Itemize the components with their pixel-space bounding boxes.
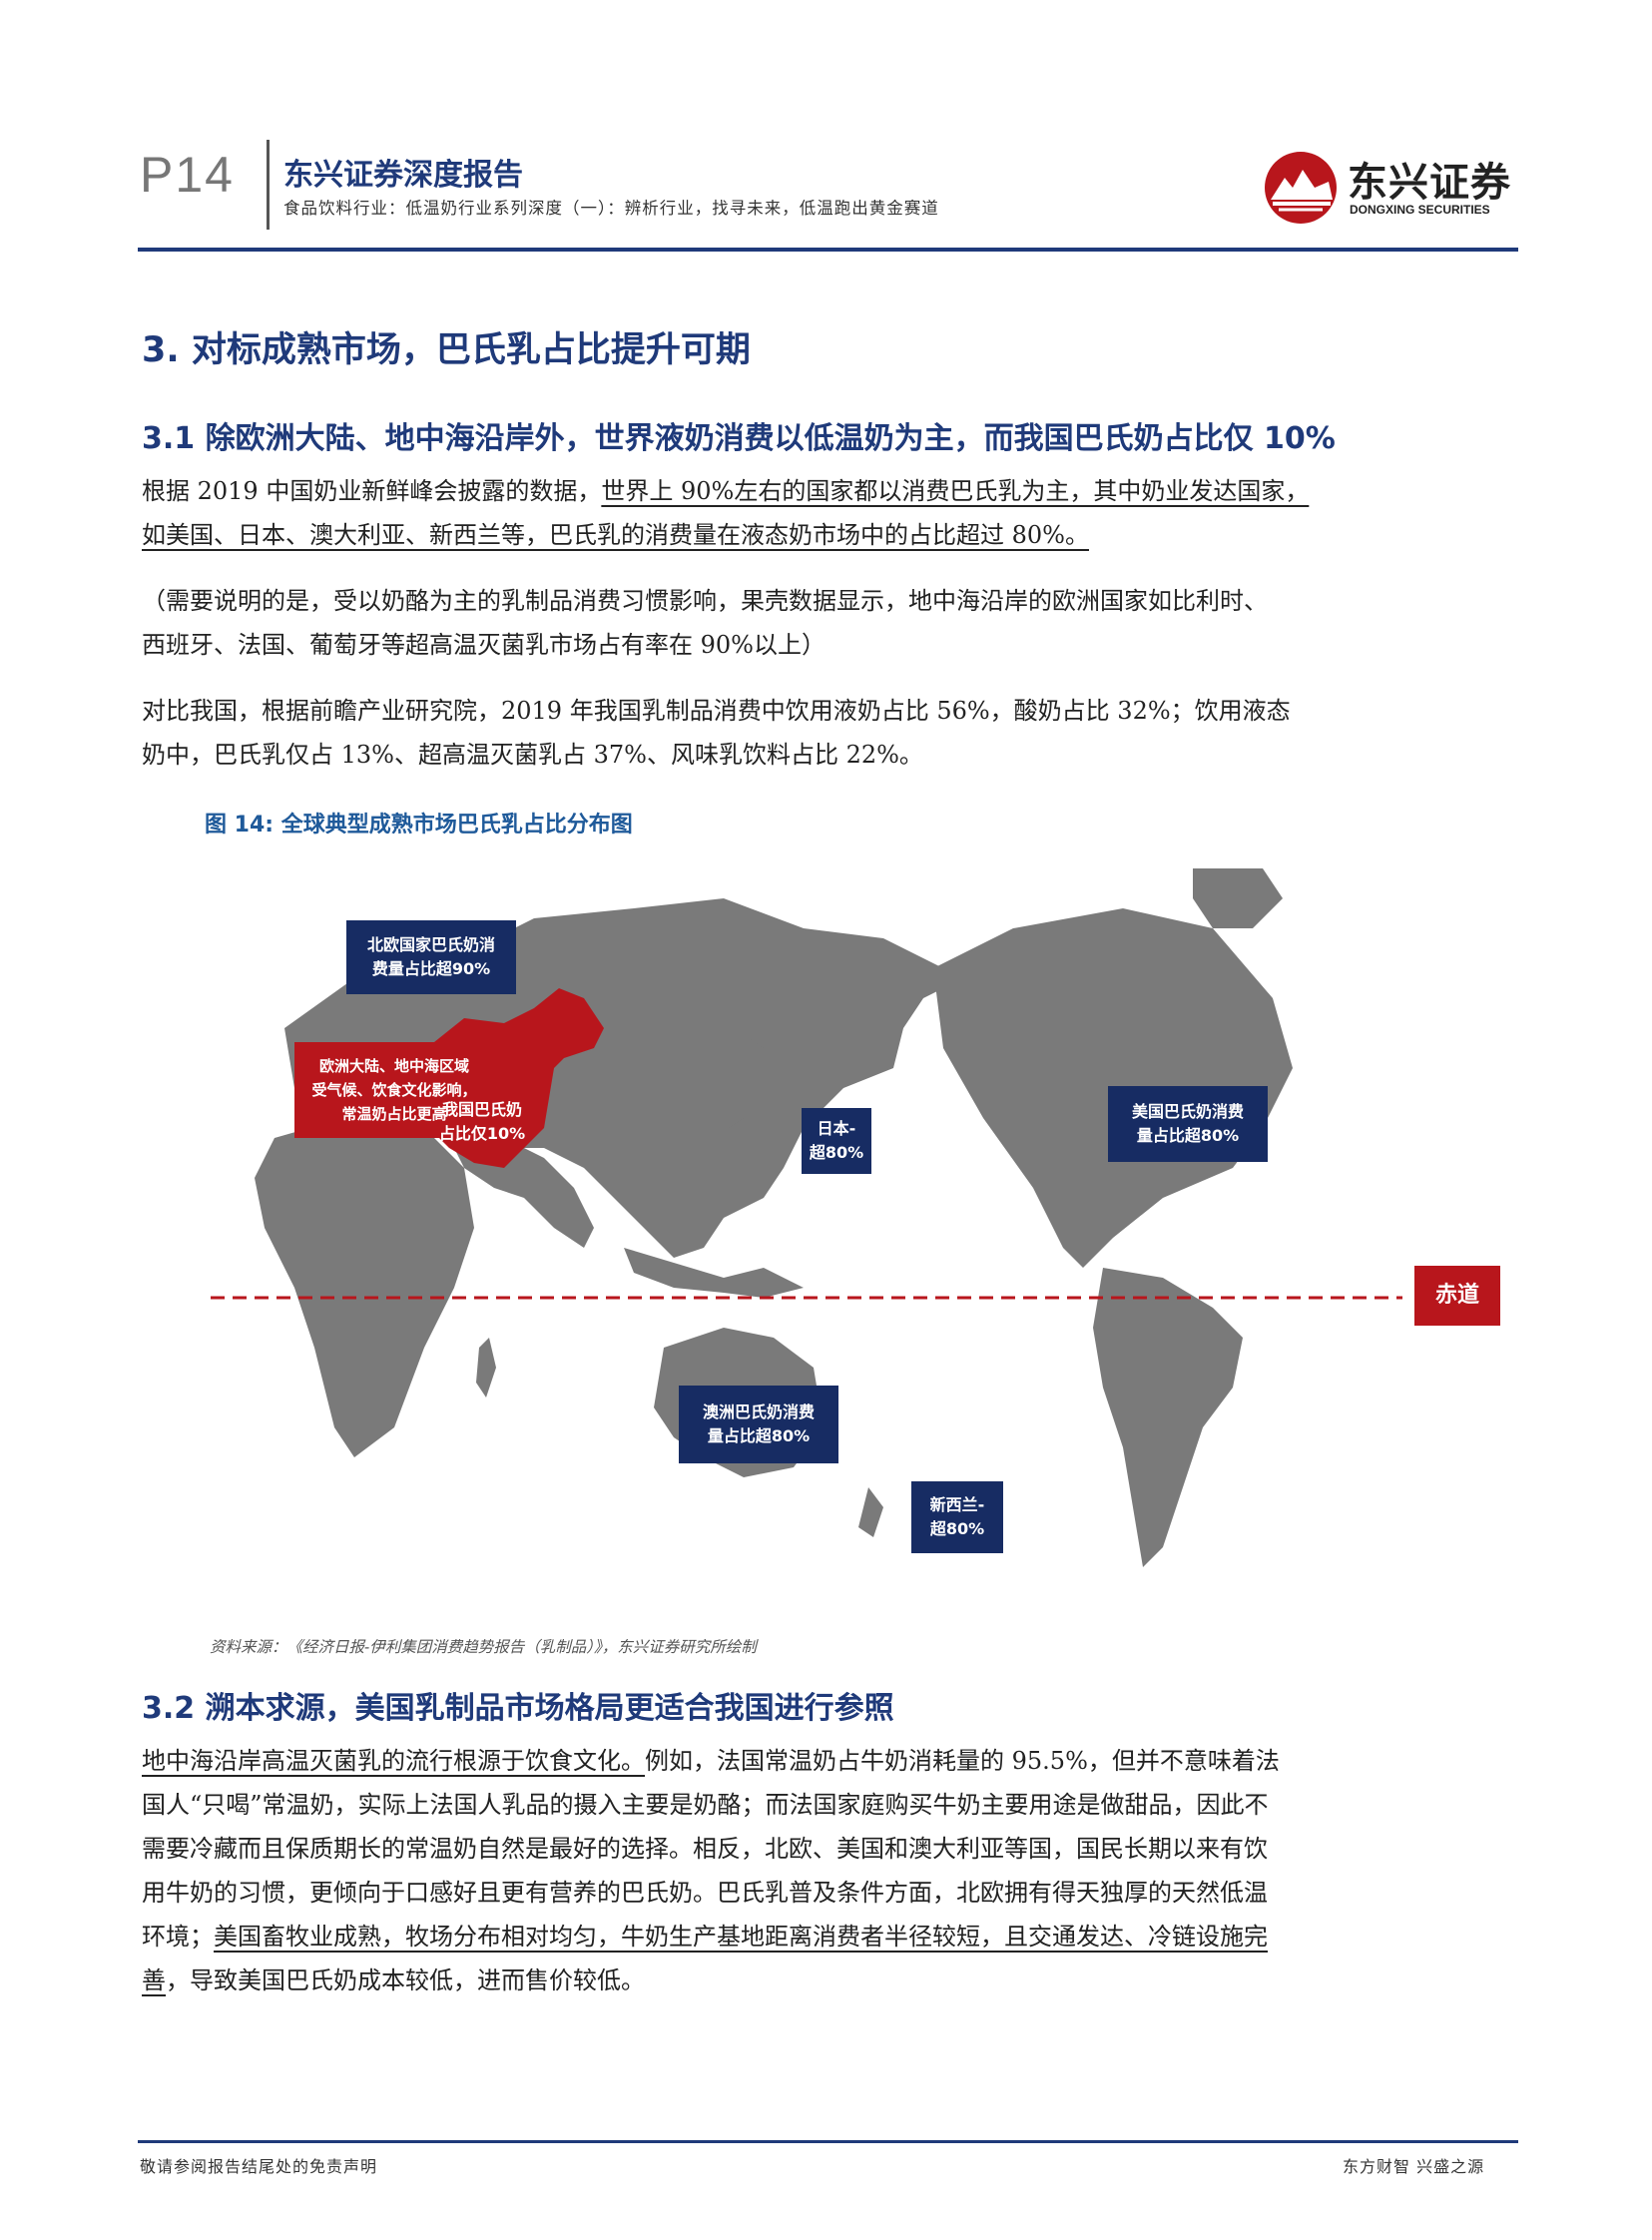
label-line: 澳洲巴氏奶消费: [702, 1402, 815, 1421]
label-line: 量占比超80%: [1136, 1126, 1240, 1145]
paragraph-mediterranean-note: （需要说明的是，受以奶酪为主的乳制品消费习惯影响，果壳数据显示，地中海沿岸的欧洲…: [142, 579, 1521, 667]
footer-rule: [138, 2140, 1518, 2143]
underlined-text: 善: [142, 1966, 166, 1994]
text-line: 需要冷藏而且保质期长的常温奶自然是最好的选择。相反，北欧、美国和澳大利亚等国，国…: [142, 1835, 1268, 1863]
label-china: 我国巴氏奶占比仅10%: [422, 1094, 542, 1150]
label-line: 日本-: [817, 1119, 856, 1138]
header-separator: [267, 140, 270, 230]
text-segment: 根据 2019 中国奶业新鲜峰会披露的数据，: [142, 477, 602, 505]
report-subtitle: 食品饮料行业：低温奶行业系列深度（一）：辨析行业，找寻未来，低温跑出黄金赛道: [283, 199, 939, 218]
southeast-asia-islands: [624, 1248, 804, 1298]
text-segment: ，导致美国巴氏奶成本较低，进而售价较低。: [166, 1966, 645, 1994]
underlined-text: 世界上 90%左右的国家都以消费巴氏乳为主，其中奶业发达国家，: [601, 477, 1310, 505]
label-line: 费量占比超90%: [371, 959, 491, 978]
label-japan: 日本- 超80%: [802, 1108, 871, 1174]
paragraph-china-comparison: 对比我国，根据前瞻产业研究院，2019 年我国乳制品消费中饮用液奶占比 56%，…: [142, 689, 1521, 777]
figure-source: 资料来源：《经济日报-伊利集团消费趋势报告（乳制品）》，东兴证券研究所绘制: [210, 1638, 757, 1656]
text-segment: 环境；: [142, 1923, 214, 1951]
label-australia: 澳洲巴氏奶消费 量占比超80%: [679, 1386, 838, 1463]
underlined-text: 如美国、日本、澳大利亚、新西兰等，巴氏乳的消费量在液态奶市场中的占比超过 80%…: [142, 521, 1089, 549]
section-heading-3: 3. 对标成熟市场，巴氏乳占比提升可期: [142, 330, 751, 370]
label-line: 美国巴氏奶消费: [1131, 1102, 1244, 1121]
text-line: 用牛奶的习惯，更倾向于口感好且更有营养的巴氏奶。巴氏乳普及条件方面，北欧拥有得天…: [142, 1879, 1268, 1907]
new-zealand-landmass: [858, 1487, 883, 1537]
label-usa: 美国巴氏奶消费 量占比超80%: [1108, 1086, 1268, 1162]
madagascar-landmass: [476, 1338, 496, 1398]
label-line: 我国巴氏奶: [441, 1100, 522, 1119]
text-line: 对比我国，根据前瞻产业研究院，2019 年我国乳制品消费中饮用液奶占比 56%，…: [142, 697, 1291, 725]
label-line: 占比仅10%: [438, 1124, 526, 1143]
world-map-figure: 北欧国家巴氏奶消 费量占比超90% 欧洲大陆、地中海区域 受气候、饮食文化影响， 常温…: [145, 868, 1500, 1587]
header-rule: [138, 248, 1518, 252]
text-segment: 例如，法国常温奶占牛奶消耗量的 95.5%，但并不意味着法: [645, 1747, 1280, 1775]
section-heading-3-2: 3.2 溯本求源，美国乳制品市场格局更适合我国进行参照: [142, 1691, 894, 1726]
footer-slogan: 东方财智 兴盛之源: [1343, 2157, 1485, 2176]
text-line: 奶中，巴氏乳仅占 13%、超高温灭菌乳占 37%、风味乳饮料占比 22%。: [142, 741, 923, 769]
paragraph-world-consumption: 根据 2019 中国奶业新鲜峰会披露的数据，世界上 90%左右的国家都以消费巴氏…: [142, 469, 1521, 557]
label-new-zealand: 新西兰- 超80%: [911, 1481, 1003, 1553]
footer-disclaimer: 敬请参阅报告结尾处的免责声明: [140, 2157, 378, 2176]
text-line: 国人“只喝”常温奶，实际上法国人乳品的摄入主要是奶酪；而法国家庭购买牛奶主要用途…: [142, 1791, 1269, 1819]
section-heading-3-1: 3.1 除欧洲大陆、地中海沿岸外，世界液奶消费以低温奶为主，而我国巴氏奶占比仅 …: [142, 421, 1336, 456]
label-north-europe: 北欧国家巴氏奶消 费量占比超90%: [346, 920, 516, 994]
label-line: 欧洲大陆、地中海区域: [318, 1057, 469, 1075]
greenland-landmass: [1193, 868, 1283, 928]
report-title: 东兴证券深度报告: [283, 158, 523, 193]
label-line: 量占比超80%: [707, 1426, 811, 1445]
label-line: 超80%: [809, 1143, 864, 1162]
label-line: 新西兰-: [929, 1495, 985, 1514]
text-line: 西班牙、法国、葡萄牙等超高温灭菌乳市场占有率在 90%以上）: [142, 631, 826, 659]
label-line: 超80%: [929, 1519, 985, 1538]
africa-landmass: [255, 1118, 474, 1457]
underlined-text: 地中海沿岸高温灭菌乳的流行根源于饮食文化。: [142, 1747, 645, 1775]
label-line: 北欧国家巴氏奶消: [366, 935, 495, 954]
figure-title: 图 14: 全球典型成熟市场巴氏乳占比分布图: [205, 813, 633, 838]
label-equator: 赤道: [1414, 1266, 1500, 1326]
south-america-landmass: [1093, 1268, 1243, 1567]
logo-name: 东兴证券: [1348, 160, 1511, 206]
text-line: （需要说明的是，受以奶酪为主的乳制品消费习惯影响，果壳数据显示，地中海沿岸的欧洲…: [142, 587, 1268, 615]
paragraph-us-dairy: 地中海沿岸高温灭菌乳的流行根源于饮食文化。例如，法国常温奶占牛奶消耗量的 95.…: [142, 1739, 1521, 2002]
underlined-text: 美国畜牧业成熟，牧场分布相对均匀，牛奶生产基地距离消费者半径较短，且交通发达、冷…: [214, 1923, 1268, 1951]
logo-english-name: DONGXING SECURITIES: [1350, 203, 1490, 217]
page-number: P14: [140, 147, 235, 203]
